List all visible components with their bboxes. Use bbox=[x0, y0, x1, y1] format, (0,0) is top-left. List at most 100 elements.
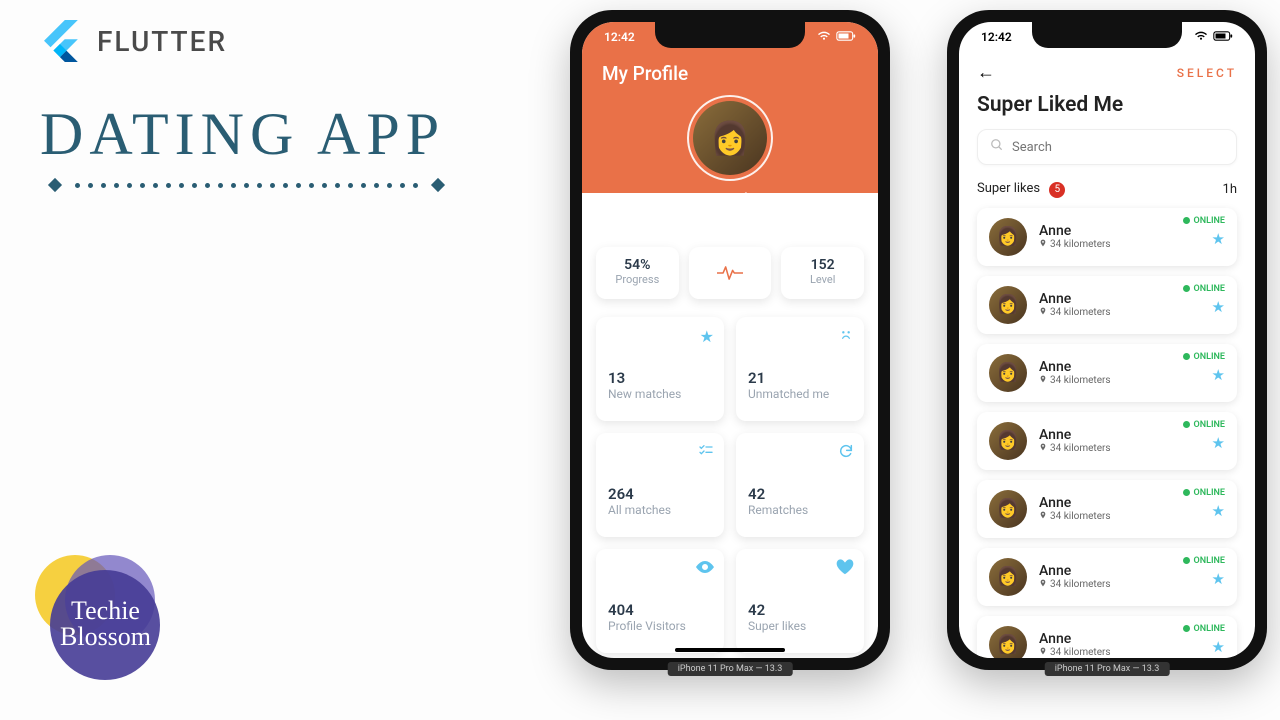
card-label: Profile Visitors bbox=[608, 619, 712, 633]
location-pin-icon bbox=[1039, 307, 1047, 318]
avatar: 👩 bbox=[989, 286, 1027, 324]
rematches-card[interactable]: 42 Rematches bbox=[736, 433, 864, 537]
activity-chip[interactable] bbox=[689, 247, 772, 299]
star-icon[interactable]: ★ bbox=[1183, 298, 1225, 316]
stats-chip-row: 54% Progress 152 Level bbox=[596, 247, 864, 299]
avatar: 👩 bbox=[989, 218, 1027, 256]
list-item-name: Anne bbox=[1039, 359, 1111, 375]
flutter-logo-icon bbox=[40, 20, 82, 62]
card-label: Unmatched me bbox=[748, 387, 852, 401]
techie-blossom-logo: TechieBlossom bbox=[30, 540, 180, 690]
star-icon: ★ bbox=[700, 327, 714, 346]
list-item[interactable]: 👩 Anne 34 kilometers ONLINE ★ bbox=[977, 616, 1237, 659]
list-item-distance: 34 kilometers bbox=[1039, 443, 1111, 454]
online-badge: ONLINE bbox=[1183, 420, 1225, 430]
list-item-distance: 34 kilometers bbox=[1039, 511, 1111, 522]
eye-icon bbox=[696, 559, 714, 578]
card-value: 21 bbox=[748, 369, 852, 387]
online-badge: ONLINE bbox=[1183, 216, 1225, 226]
battery-icon bbox=[1213, 30, 1233, 44]
sad-face-icon bbox=[838, 327, 854, 347]
notch bbox=[655, 22, 805, 48]
stats-label: Super likes bbox=[977, 181, 1040, 196]
avatar-ring[interactable]: 👩 bbox=[687, 95, 773, 181]
status-icons bbox=[1194, 30, 1233, 44]
techie-blossom-text: TechieBlossom bbox=[60, 598, 151, 650]
star-icon[interactable]: ★ bbox=[1183, 434, 1225, 452]
back-button[interactable]: ← bbox=[977, 62, 995, 83]
location-pin-icon bbox=[1039, 647, 1047, 658]
super-like-list[interactable]: 👩 Anne 34 kilometers ONLINE ★ 👩 Anne 34 … bbox=[977, 208, 1237, 659]
location-pin-icon bbox=[1039, 239, 1047, 250]
home-indicator[interactable] bbox=[675, 648, 785, 652]
list-item[interactable]: 👩 Anne 34 kilometers ONLINE ★ bbox=[977, 344, 1237, 402]
list-item[interactable]: 👩 Anne 34 kilometers ONLINE ★ bbox=[977, 208, 1237, 266]
level-label: Level bbox=[787, 273, 858, 286]
avatar: 👩 bbox=[989, 626, 1027, 659]
card-label: Super likes bbox=[748, 619, 852, 633]
search-input[interactable] bbox=[1012, 140, 1224, 155]
level-chip[interactable]: 152 Level bbox=[781, 247, 864, 299]
star-icon[interactable]: ★ bbox=[1183, 230, 1225, 248]
flutter-label: FLUTTER bbox=[97, 25, 227, 58]
progress-chip[interactable]: 54% Progress bbox=[596, 247, 679, 299]
checklist-icon bbox=[698, 443, 714, 463]
card-value: 42 bbox=[748, 485, 852, 503]
page-title: DATING APP bbox=[40, 100, 445, 169]
all-matches-card[interactable]: 264 All matches bbox=[596, 433, 724, 537]
profile-header-title: My Profile bbox=[582, 62, 878, 85]
status-time: 12:42 bbox=[981, 30, 1012, 44]
status-icons bbox=[817, 30, 856, 44]
divider bbox=[40, 180, 453, 190]
list-item-name: Anne bbox=[1039, 563, 1111, 579]
top-bar: ← SELECT bbox=[977, 62, 1237, 83]
list-item[interactable]: 👩 Anne 34 kilometers ONLINE ★ bbox=[977, 412, 1237, 470]
count-badge: 5 bbox=[1049, 182, 1065, 198]
battery-icon bbox=[836, 30, 856, 44]
star-icon[interactable]: ★ bbox=[1183, 570, 1225, 588]
star-icon[interactable]: ★ bbox=[1183, 502, 1225, 520]
list-item[interactable]: 👩 Anne 34 kilometers ONLINE ★ bbox=[977, 480, 1237, 538]
card-value: 42 bbox=[748, 601, 852, 619]
location-pin-icon bbox=[1039, 443, 1047, 454]
star-icon[interactable]: ★ bbox=[1183, 638, 1225, 656]
new-matches-card[interactable]: ★ 13 New matches bbox=[596, 317, 724, 421]
card-value: 13 bbox=[608, 369, 712, 387]
card-label: All matches bbox=[608, 503, 712, 517]
select-button[interactable]: SELECT bbox=[1177, 66, 1237, 80]
list-item-name: Anne bbox=[1039, 223, 1111, 239]
avatar: 👩 bbox=[989, 422, 1027, 460]
online-badge: ONLINE bbox=[1183, 624, 1225, 634]
device-label: iPhone 11 Pro Max — 13.3 bbox=[1045, 662, 1170, 676]
location-pin-icon bbox=[1039, 579, 1047, 590]
card-value: 404 bbox=[608, 601, 712, 619]
search-icon bbox=[990, 138, 1004, 156]
online-badge: ONLINE bbox=[1183, 284, 1225, 294]
device-label: iPhone 11 Pro Max — 13.3 bbox=[668, 662, 793, 676]
avatar: 👩 bbox=[989, 558, 1027, 596]
super-likes-card[interactable]: 42 Super likes bbox=[736, 549, 864, 653]
list-item[interactable]: 👩 Anne 34 kilometers ONLINE ★ bbox=[977, 276, 1237, 334]
list-item-name: Anne bbox=[1039, 427, 1111, 443]
list-item-distance: 34 kilometers bbox=[1039, 579, 1111, 590]
avatar: 👩 bbox=[693, 101, 767, 175]
list-item-distance: 34 kilometers bbox=[1039, 239, 1111, 250]
online-badge: ONLINE bbox=[1183, 488, 1225, 498]
visitors-card[interactable]: 404 Profile Visitors bbox=[596, 549, 724, 653]
stats-row: Super likes 5 1h bbox=[977, 181, 1237, 198]
unmatched-card[interactable]: 21 Unmatched me bbox=[736, 317, 864, 421]
online-badge: ONLINE bbox=[1183, 352, 1225, 362]
progress-label: Progress bbox=[602, 273, 673, 286]
list-item-distance: 34 kilometers bbox=[1039, 307, 1111, 318]
heartbeat-icon bbox=[695, 257, 766, 289]
online-badge: ONLINE bbox=[1183, 556, 1225, 566]
list-item-distance: 34 kilometers bbox=[1039, 647, 1111, 658]
heart-icon bbox=[836, 559, 854, 579]
wifi-icon bbox=[1194, 30, 1208, 44]
search-box[interactable] bbox=[977, 129, 1237, 165]
list-item[interactable]: 👩 Anne 34 kilometers ONLINE ★ bbox=[977, 548, 1237, 606]
star-icon[interactable]: ★ bbox=[1183, 366, 1225, 384]
card-label: Rematches bbox=[748, 503, 852, 517]
flutter-brand: FLUTTER bbox=[40, 20, 227, 62]
profile-name: Anne Grethe, 24 bbox=[582, 189, 878, 208]
